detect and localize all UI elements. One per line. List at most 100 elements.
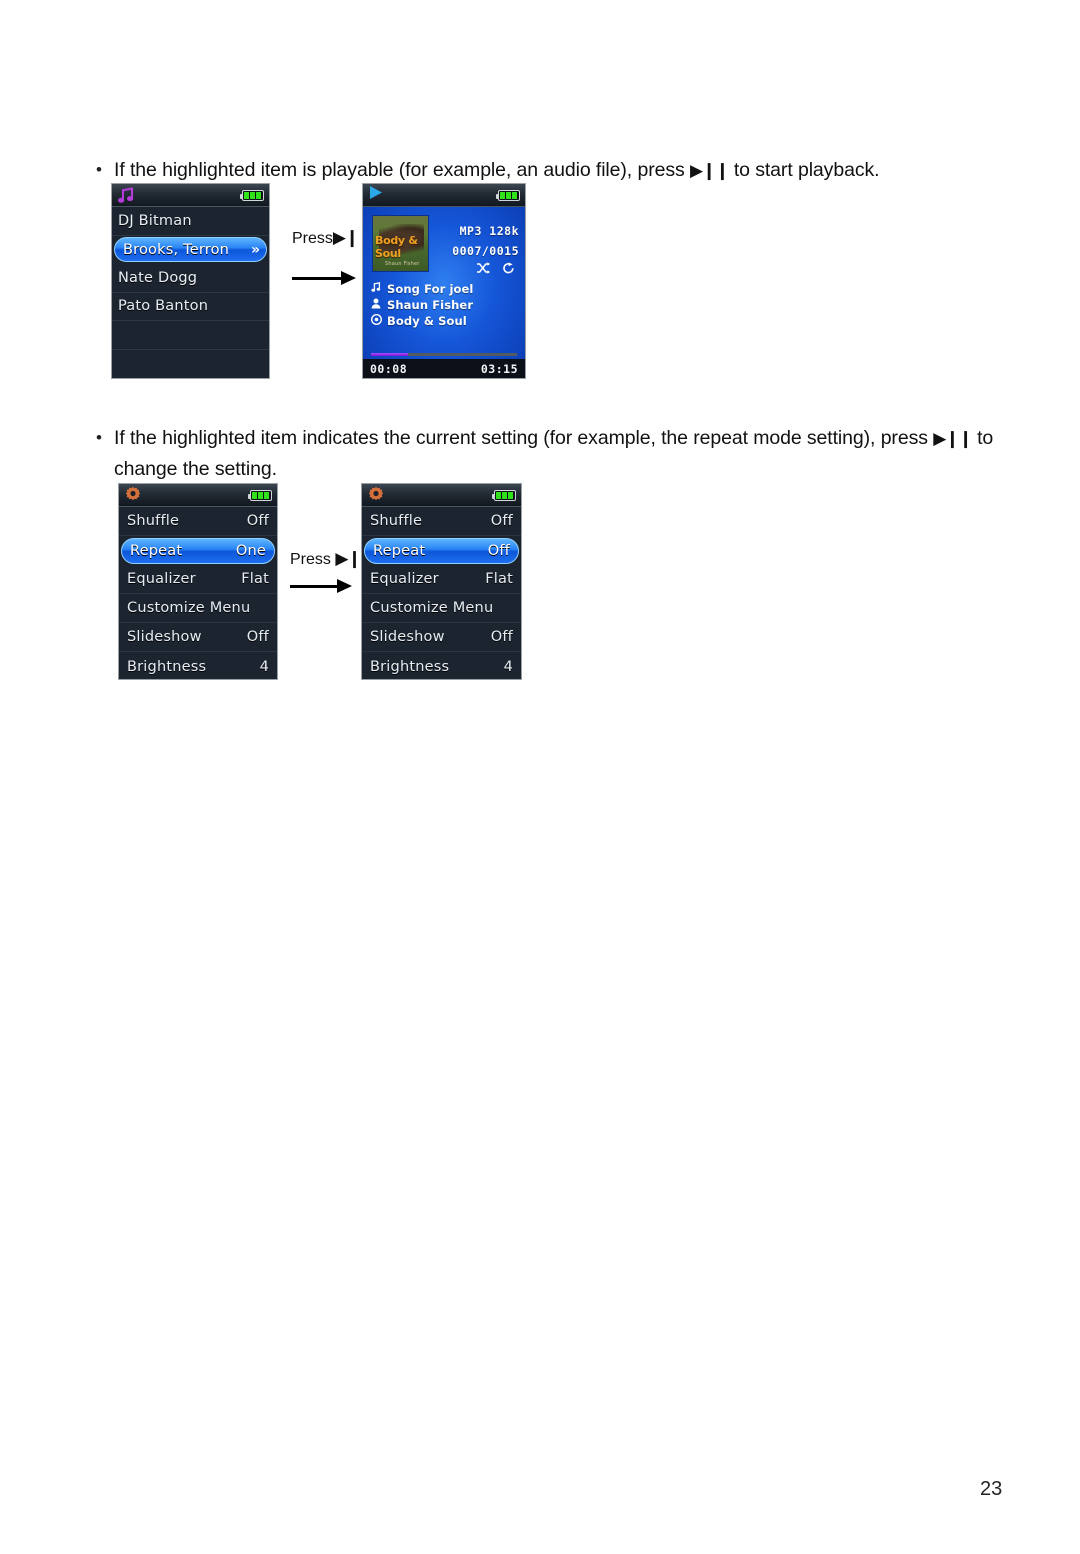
manual-page: • If the highlighted item is playable (f…: [0, 0, 1080, 1554]
chevron-right-icon: »: [250, 241, 260, 258]
setting-value: One: [235, 542, 266, 559]
settings-row-customize-menu[interactable]: Customize Menu: [119, 594, 277, 623]
progress-bar[interactable]: [371, 353, 517, 356]
settings-row-equalizer[interactable]: Equalizer Flat: [362, 565, 521, 594]
press-text: Press: [292, 230, 333, 247]
music-note-icon: [117, 186, 135, 204]
bullet-marker: •: [96, 428, 102, 447]
setting-value: 4: [503, 658, 513, 675]
progress-bar-fill: [371, 353, 408, 356]
setting-value: Flat: [485, 571, 513, 587]
settings-row-shuffle[interactable]: Shuffle Off: [362, 507, 521, 536]
settings-row-slideshow[interactable]: Slideshow Off: [362, 623, 521, 652]
setting-name: Slideshow: [127, 629, 202, 645]
list-item[interactable]: Pato Banton: [112, 293, 269, 321]
setting-value: 4: [259, 658, 269, 675]
setting-name: Equalizer: [127, 571, 196, 587]
audio-format: MP3 128k: [459, 224, 519, 238]
battery-icon: [496, 189, 520, 201]
settings-row-shuffle[interactable]: Shuffle Off: [119, 507, 277, 536]
music-note-icon: [370, 282, 382, 296]
now-playing-screen[interactable]: Body & Soul Shaun Fisher MP3 128k 0007/0…: [362, 183, 526, 379]
setting-value: Off: [490, 513, 513, 529]
press-text: Press: [290, 551, 331, 568]
bullet-marker: •: [96, 160, 102, 179]
browse-list-screen[interactable]: DJ Bitman Brooks, Terron » Nate Dogg Pat…: [111, 183, 270, 379]
play-icon: [368, 185, 384, 205]
browse-list: DJ Bitman Brooks, Terron » Nate Dogg Pat…: [112, 207, 269, 378]
artist-icon: [370, 298, 382, 312]
status-bar: [363, 184, 525, 207]
setting-value: Off: [246, 513, 269, 529]
list-item-selected[interactable]: Brooks, Terron »: [112, 236, 269, 265]
setting-name: Shuffle: [370, 513, 423, 529]
metadata-row-album: Body & Soul: [370, 313, 525, 329]
setting-value: Off: [487, 542, 510, 559]
setting-value: Flat: [241, 571, 269, 587]
battery-icon: [492, 489, 516, 501]
bullet-text-before: If the highlighted item is playable (for…: [114, 159, 690, 181]
selection-pill: Brooks, Terron »: [114, 237, 267, 263]
metadata-row-artist: Shaun Fisher: [370, 297, 525, 313]
press-label: Press▶❙❙: [292, 228, 372, 248]
list-item[interactable]: DJ Bitman: [112, 207, 269, 236]
setting-name: Customize Menu: [370, 600, 494, 616]
list-item-label: Nate Dogg: [118, 269, 198, 286]
setting-value: Off: [246, 629, 269, 645]
album-name: Body & Soul: [387, 314, 467, 328]
repeat-icon: [502, 262, 515, 278]
setting-name: Repeat: [373, 542, 426, 559]
gear-icon: [124, 486, 142, 504]
list-item-label: Brooks, Terron: [123, 241, 230, 258]
list-item[interactable]: Nate Dogg: [112, 264, 269, 293]
settings-row-repeat-selected[interactable]: Repeat Off: [362, 536, 521, 565]
list-item-empty: [112, 350, 269, 379]
album-art: Body & Soul Shaun Fisher: [372, 215, 429, 272]
list-item-label: DJ Bitman: [118, 212, 192, 229]
bullet-text-after: to: [971, 427, 994, 449]
status-bar: [112, 184, 269, 207]
settings-row-brightness[interactable]: Brightness 4: [119, 652, 277, 679]
page-number: 23: [980, 1478, 1003, 1500]
settings-row-customize-menu[interactable]: Customize Menu: [362, 594, 521, 623]
settings-row-slideshow[interactable]: Slideshow Off: [119, 623, 277, 652]
play-pause-glyph: ▶❙❙: [689, 161, 730, 180]
total-time: 03:15: [480, 361, 518, 376]
settings-screen-before[interactable]: Shuffle Off Repeat One Equalizer Flat Cu…: [118, 483, 278, 680]
press-instruction-1: Press▶❙❙: [292, 228, 372, 285]
bullet-text: If the highlighted item is playable (for…: [114, 155, 880, 186]
settings-screen-after[interactable]: Shuffle Off Repeat Off Equalizer Flat Cu…: [361, 483, 522, 680]
album-icon: [370, 313, 382, 328]
selection-pill: Repeat Off: [364, 537, 519, 564]
track-title: Song For joel: [387, 282, 474, 296]
status-bar: [362, 484, 521, 507]
bullet-text-before: If the highlighted item indicates the cu…: [114, 427, 934, 449]
shuffle-icon: [476, 262, 490, 278]
setting-name: Brightness: [127, 658, 207, 675]
settings-row-equalizer[interactable]: Equalizer Flat: [119, 565, 277, 594]
bullet-playable: • If the highlighted item is playable (f…: [84, 155, 1004, 186]
setting-name: Brightness: [370, 658, 450, 675]
setting-name: Equalizer: [370, 571, 439, 587]
album-art-title: Body & Soul: [375, 234, 418, 260]
time-bar: 00:08 03:15: [363, 359, 525, 378]
settings-row-brightness[interactable]: Brightness 4: [362, 652, 521, 679]
setting-name: Customize Menu: [127, 600, 251, 616]
now-playing-body: Body & Soul Shaun Fisher MP3 128k 0007/0…: [363, 207, 525, 378]
setting-name: Slideshow: [370, 629, 445, 645]
arrow-right-icon: [290, 579, 352, 593]
status-bar: [119, 484, 277, 507]
setting-value: Off: [490, 629, 513, 645]
play-pause-glyph: ▶❙❙: [933, 429, 973, 448]
elapsed-time: 00:08: [370, 361, 408, 376]
bullet-text-line2: change the setting.: [114, 458, 277, 480]
arrow-right-icon: [292, 271, 356, 285]
setting-name: Repeat: [130, 542, 183, 559]
bullet-setting: • If the highlighted item indicates the …: [84, 423, 1014, 484]
selection-pill: Repeat One: [121, 537, 275, 564]
playback-mode-icons: [476, 262, 515, 278]
battery-icon: [248, 489, 272, 501]
settings-row-repeat-selected[interactable]: Repeat One: [119, 536, 277, 565]
metadata-row-title: Song For joel: [370, 281, 525, 297]
setting-name: Shuffle: [127, 513, 180, 529]
